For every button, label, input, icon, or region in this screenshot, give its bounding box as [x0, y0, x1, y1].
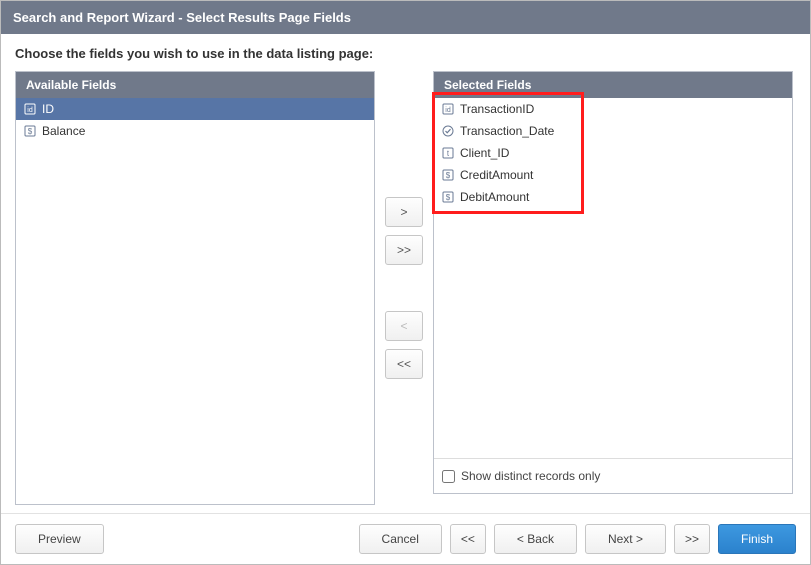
svg-text:$: $: [446, 193, 451, 202]
svg-text:$: $: [28, 127, 33, 136]
currency-icon: $: [24, 125, 36, 137]
selected-fields-column: Selected Fields id TransactionID Transacti…: [433, 71, 793, 505]
selected-field-item[interactable]: $ CreditAmount: [434, 164, 792, 186]
text-icon: t: [442, 147, 454, 159]
available-fields-panel: Available Fields id ID $ Balance: [15, 71, 375, 505]
panels-row: Available Fields idID$Balance > >> < << …: [15, 71, 796, 505]
date-icon: [442, 125, 454, 137]
field-label: Client_ID: [460, 146, 509, 160]
selected-field-item[interactable]: Transaction_Date: [434, 120, 792, 142]
transfer-buttons-column: > >> < <<: [375, 71, 433, 505]
add-one-button[interactable]: >: [385, 197, 423, 227]
footer-button-row: Preview Cancel << < Back Next > >> Finis…: [1, 513, 810, 564]
remove-one-button[interactable]: <: [385, 311, 423, 341]
selected-field-item[interactable]: t Client_ID: [434, 142, 792, 164]
remove-all-button[interactable]: <<: [385, 349, 423, 379]
svg-text:id: id: [27, 107, 33, 114]
available-field-item[interactable]: id ID: [16, 98, 374, 120]
selected-fields-footer: Show distinct records only: [434, 458, 792, 493]
field-label: DebitAmount: [460, 190, 529, 204]
selected-fields-header: Selected Fields: [434, 72, 792, 98]
distinct-records-label: Show distinct records only: [461, 469, 600, 483]
instruction-text: Choose the fields you wish to use in the…: [15, 46, 796, 61]
field-label: CreditAmount: [460, 168, 533, 182]
svg-text:$: $: [446, 171, 451, 180]
selected-fields-panel: Selected Fields id TransactionID Transacti…: [433, 71, 793, 494]
id-icon: id: [442, 103, 454, 115]
field-label: Transaction_Date: [460, 124, 554, 138]
content-area: Choose the fields you wish to use in the…: [1, 34, 810, 513]
add-all-button[interactable]: >>: [385, 235, 423, 265]
wizard-window: Search and Report Wizard - Select Result…: [0, 0, 811, 565]
currency-icon: $: [442, 191, 454, 203]
id-icon: id: [24, 103, 36, 115]
selected-fields-list[interactable]: id TransactionID Transaction_Datet Client_I…: [434, 98, 792, 458]
available-fields-header: Available Fields: [16, 72, 374, 98]
svg-text:id: id: [445, 107, 451, 114]
currency-icon: $: [442, 169, 454, 181]
available-fields-list[interactable]: id ID $ Balance: [16, 98, 374, 504]
available-fields-column: Available Fields id ID $ Balance: [15, 71, 375, 505]
field-label: Balance: [42, 124, 85, 138]
available-field-item[interactable]: $ Balance: [16, 120, 374, 142]
field-label: ID: [42, 102, 54, 116]
selected-field-item[interactable]: $ DebitAmount: [434, 186, 792, 208]
distinct-records-checkbox[interactable]: [442, 470, 455, 483]
window-title: Search and Report Wizard - Select Result…: [1, 1, 810, 34]
field-label: TransactionID: [460, 102, 534, 116]
selected-field-item[interactable]: id TransactionID: [434, 98, 792, 120]
svg-text:t: t: [447, 149, 450, 158]
